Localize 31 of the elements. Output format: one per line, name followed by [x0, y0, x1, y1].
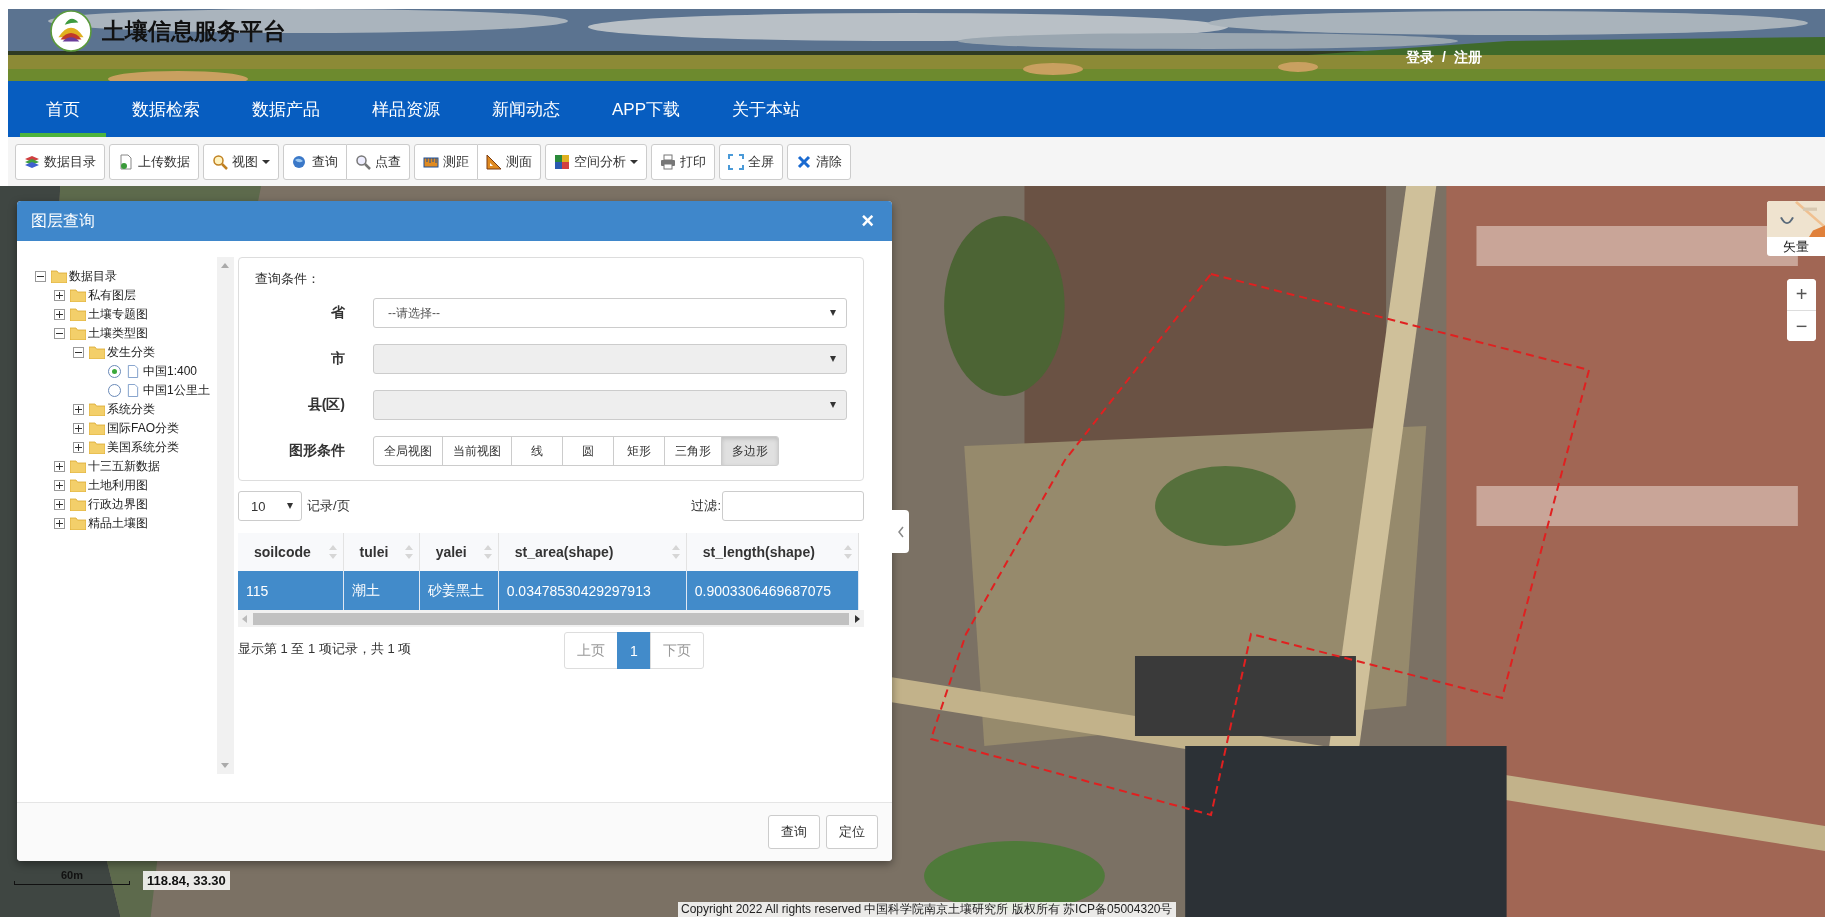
- nav-item[interactable]: 样品资源: [346, 81, 466, 137]
- nav-item[interactable]: 数据检索: [106, 81, 226, 137]
- logo-icon: [50, 10, 92, 52]
- grid-icon: [554, 153, 570, 170]
- separator: /: [1442, 49, 1446, 67]
- nav-item[interactable]: 关于本站: [706, 81, 827, 137]
- toolbar-button[interactable]: 全屏: [719, 143, 783, 180]
- nav-item[interactable]: 数据产品: [226, 81, 346, 137]
- layers-icon: [24, 153, 40, 170]
- printer-icon: [660, 153, 676, 170]
- toolbar-button[interactable]: 数据目录: [15, 143, 105, 180]
- toolbar-button[interactable]: 测面: [478, 143, 541, 180]
- nav-item[interactable]: APP下载: [586, 81, 707, 137]
- toolbar-button[interactable]: 空间分析: [545, 143, 647, 180]
- toolbar-button[interactable]: 视图: [203, 143, 279, 180]
- register-link[interactable]: 注册: [1453, 49, 1482, 67]
- close-icon: [796, 153, 812, 170]
- toolbar-button[interactable]: 点查: [347, 143, 410, 180]
- toolbar-button[interactable]: 上传数据: [109, 143, 199, 180]
- globe-icon: [292, 153, 308, 170]
- file-add-icon: [118, 153, 134, 170]
- magnifier-icon: [212, 153, 228, 170]
- toolbar-button[interactable]: 清除: [787, 143, 851, 180]
- login-link[interactable]: 登录: [1406, 49, 1434, 67]
- toolbar-button[interactable]: 查询: [283, 143, 347, 180]
- fullscreen-icon: [728, 153, 744, 170]
- nav-item[interactable]: 新闻动态: [466, 81, 586, 137]
- toolbar-button[interactable]: 打印: [651, 143, 715, 180]
- magnifier-icon: [355, 153, 371, 170]
- ruler-icon: [486, 153, 502, 170]
- toolbar-button[interactable]: 测距: [414, 143, 478, 180]
